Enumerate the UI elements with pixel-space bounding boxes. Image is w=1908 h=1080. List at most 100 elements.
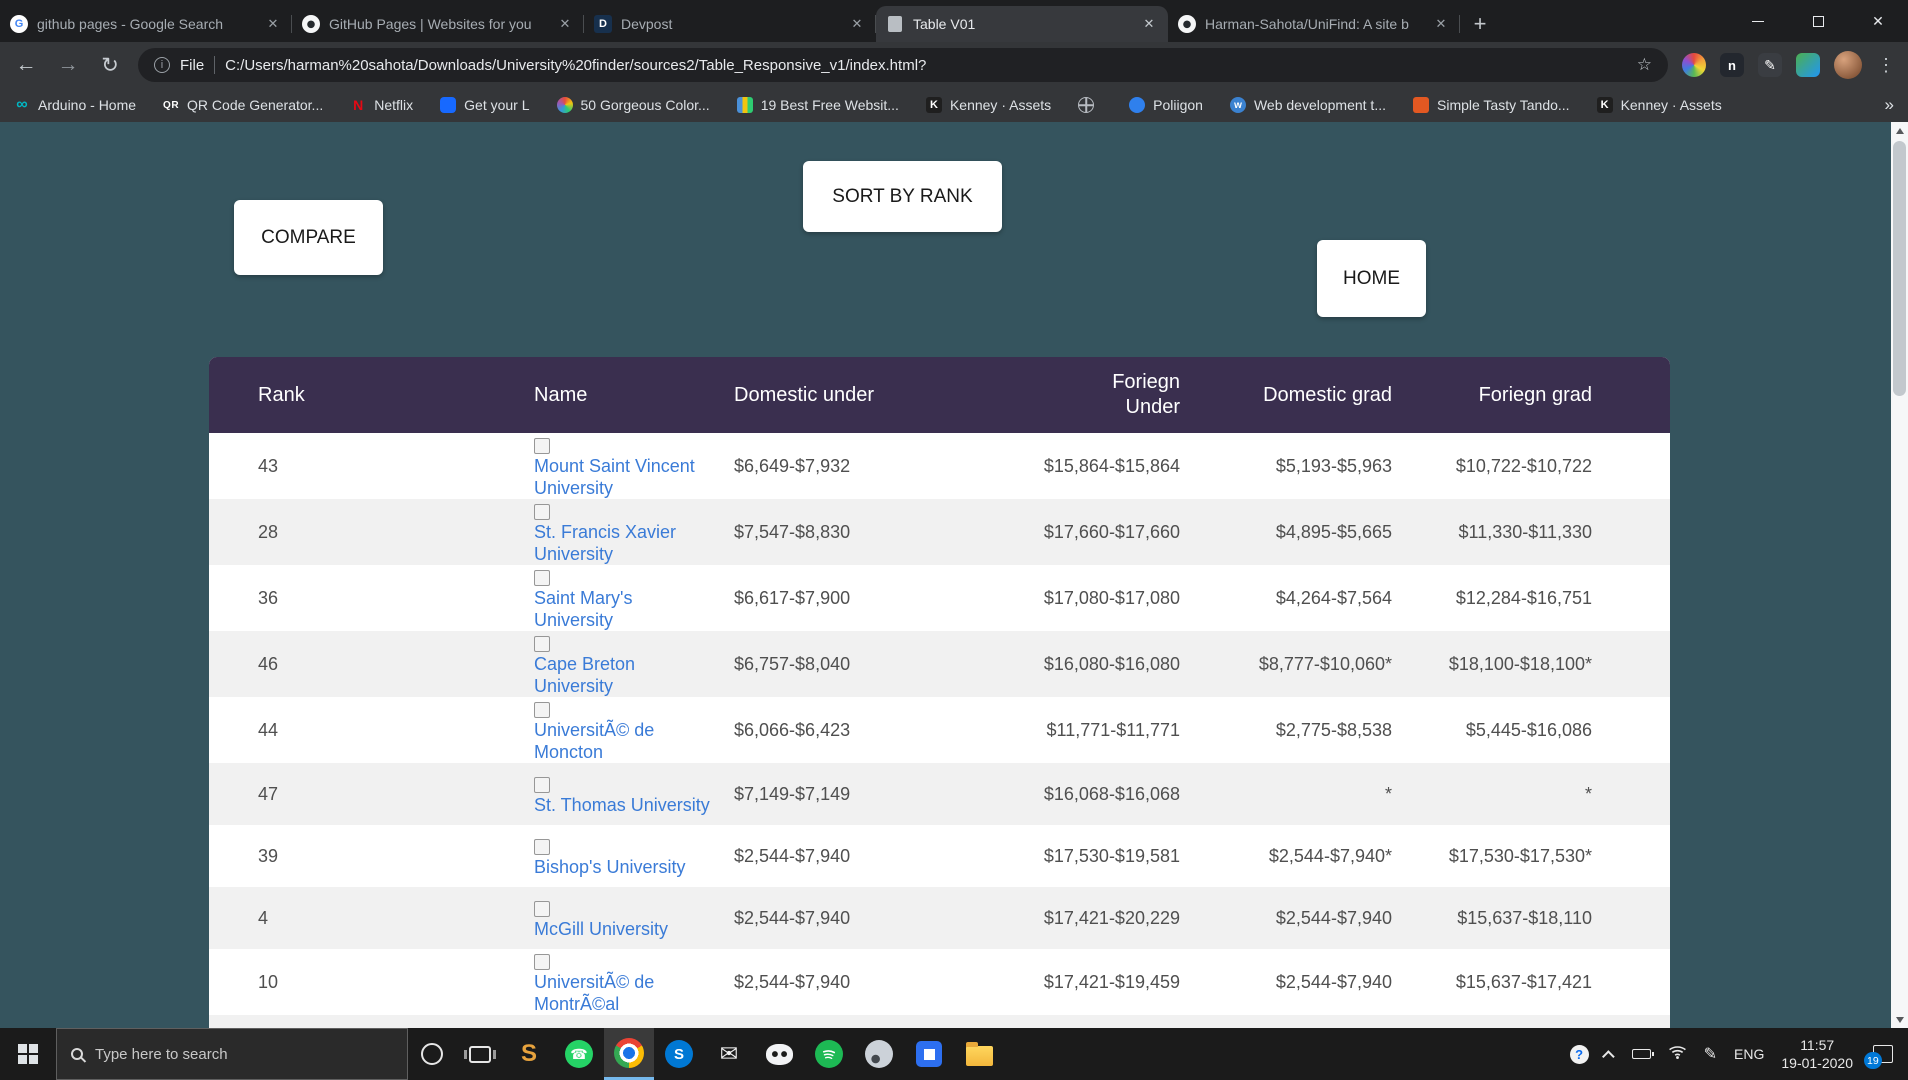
rank-cell: 28 bbox=[209, 499, 534, 565]
taskbar-clock[interactable]: 11:57 19-01-2020 bbox=[1781, 1036, 1853, 1072]
window-controls: ✕ bbox=[1728, 0, 1908, 42]
header-domestic-grad: Domestic grad bbox=[1190, 357, 1402, 433]
compare-checkbox[interactable] bbox=[534, 636, 550, 652]
extension-icon-image[interactable] bbox=[1796, 53, 1820, 77]
university-link[interactable]: UniversitÃ© de MontrÃ©al bbox=[534, 971, 716, 1015]
compare-checkbox[interactable] bbox=[534, 954, 550, 970]
university-link[interactable]: Cape Breton University bbox=[534, 653, 716, 697]
bookmark-web-development[interactable]: wWeb development t... bbox=[1230, 97, 1386, 113]
tab-devpost[interactable]: D Devpost ✕ bbox=[584, 6, 876, 42]
compare-checkbox[interactable] bbox=[534, 777, 550, 793]
window-minimize-button[interactable] bbox=[1728, 0, 1788, 42]
wifi-icon[interactable] bbox=[1668, 1044, 1687, 1065]
university-link[interactable]: McGill University bbox=[534, 918, 668, 940]
bookmarks-overflow-chevron[interactable]: » bbox=[1885, 95, 1894, 115]
battery-icon[interactable] bbox=[1632, 1049, 1651, 1059]
bookmark-gorgeous-colors[interactable]: 50 Gorgeous Color... bbox=[557, 97, 710, 113]
tab-close-icon[interactable]: ✕ bbox=[1140, 15, 1158, 33]
taskbar-app-sublime[interactable]: S bbox=[504, 1028, 554, 1080]
taskbar-app-mail[interactable]: ✉ bbox=[704, 1028, 754, 1080]
taskbar-app-chrome[interactable] bbox=[604, 1028, 654, 1080]
bookmark-poliigon[interactable]: Poliigon bbox=[1129, 97, 1203, 113]
university-link[interactable]: St. Francis Xavier University bbox=[534, 521, 716, 565]
compare-checkbox[interactable] bbox=[534, 570, 550, 586]
compare-button[interactable]: COMPARE bbox=[234, 200, 383, 275]
browser-menu-icon[interactable]: ⋮ bbox=[1876, 55, 1896, 76]
bookmark-kenney-assets[interactable]: KKenney · Assets bbox=[926, 97, 1051, 113]
profile-avatar[interactable] bbox=[1834, 51, 1862, 79]
scroll-up-arrow[interactable] bbox=[1891, 122, 1908, 139]
taskbar-app-explorer[interactable] bbox=[954, 1028, 1004, 1080]
university-link[interactable]: Mount Saint Vincent University bbox=[534, 455, 716, 499]
language-indicator[interactable]: ENG bbox=[1734, 1046, 1764, 1062]
taskbar-app-skype[interactable]: S bbox=[654, 1028, 704, 1080]
compare-checkbox[interactable] bbox=[534, 839, 550, 855]
tab-table-v01-active[interactable]: Table V01 ✕ bbox=[876, 6, 1168, 42]
window-close-button[interactable]: ✕ bbox=[1848, 0, 1908, 42]
new-tab-button[interactable]: + bbox=[1460, 6, 1500, 42]
bookmark-arduino[interactable]: ∞Arduino - Home bbox=[14, 97, 136, 113]
tab-close-icon[interactable]: ✕ bbox=[264, 15, 282, 33]
tab-close-icon[interactable]: ✕ bbox=[556, 15, 574, 33]
compare-checkbox[interactable] bbox=[534, 438, 550, 454]
back-button[interactable]: ← bbox=[12, 53, 40, 77]
taskbar-app-whatsapp[interactable]: ☎ bbox=[554, 1028, 604, 1080]
taskbar-app-steam[interactable] bbox=[854, 1028, 904, 1080]
action-center-button[interactable]: 19 bbox=[1870, 1041, 1896, 1067]
bookmark-kenney-assets-2[interactable]: KKenney · Assets bbox=[1597, 97, 1722, 113]
cortana-button[interactable] bbox=[408, 1028, 456, 1080]
foriegn-under-cell: $17,660-$17,660 bbox=[960, 499, 1190, 565]
start-button[interactable] bbox=[0, 1028, 56, 1080]
tray-chevron-icon[interactable] bbox=[1602, 1050, 1615, 1063]
scroll-down-arrow[interactable] bbox=[1891, 1011, 1908, 1028]
university-link[interactable]: Bishop's University bbox=[534, 856, 686, 878]
tab-close-icon[interactable]: ✕ bbox=[848, 15, 866, 33]
page-info-icon[interactable]: i bbox=[154, 57, 170, 73]
bookmark-netflix[interactable]: NNetflix bbox=[350, 97, 413, 113]
university-link[interactable]: UniversitÃ© de Moncton bbox=[534, 719, 716, 763]
extension-icon-colorwheel[interactable] bbox=[1682, 53, 1706, 77]
table-row: 39Bishop's University$2,544-$7,940$17,53… bbox=[209, 825, 1670, 887]
tab-unifind-repo[interactable]: Harman-Sahota/UniFind: A site b ✕ bbox=[1168, 6, 1460, 42]
taskbar-app-blue[interactable] bbox=[904, 1028, 954, 1080]
windows-ink-pen-icon[interactable]: ✎ bbox=[1704, 1044, 1717, 1064]
bookmark-get-your-l[interactable]: Get your L bbox=[440, 97, 529, 113]
webdev-icon: w bbox=[1230, 97, 1246, 113]
compare-checkbox[interactable] bbox=[534, 504, 550, 520]
rank-cell bbox=[209, 1015, 534, 1028]
table-row: 46Cape Breton University$6,757-$8,040$16… bbox=[209, 631, 1670, 697]
foriegn-under-cell: $16,080-$16,080 bbox=[960, 631, 1190, 697]
sort-by-rank-button[interactable]: SORT BY RANK bbox=[803, 161, 1002, 232]
university-link[interactable]: Saint Mary's University bbox=[534, 587, 716, 631]
taskbar-app-spotify[interactable] bbox=[804, 1028, 854, 1080]
tab-github-pages[interactable]: GitHub Pages | Websites for you ✕ bbox=[292, 6, 584, 42]
name-cell: Bishop's University bbox=[534, 825, 734, 887]
taskbar-app-discord[interactable] bbox=[754, 1028, 804, 1080]
compare-checkbox[interactable] bbox=[534, 702, 550, 718]
extension-icon-pen[interactable]: ✎ bbox=[1758, 53, 1782, 77]
table-row: 28St. Francis Xavier University$7,547-$8… bbox=[209, 499, 1670, 565]
task-view-button[interactable] bbox=[456, 1028, 504, 1080]
taskbar-search-box[interactable]: Type here to search bbox=[56, 1028, 408, 1080]
rank-cell: 44 bbox=[209, 697, 534, 763]
scrollbar-thumb[interactable] bbox=[1893, 141, 1906, 396]
home-button[interactable]: HOME bbox=[1317, 240, 1426, 317]
reload-button[interactable]: ↻ bbox=[96, 53, 124, 78]
university-link[interactable]: St. Thomas University bbox=[534, 794, 710, 816]
bookmark-tasty-tandoori[interactable]: Simple Tasty Tando... bbox=[1413, 97, 1570, 113]
tab-google-search[interactable]: G github pages - Google Search ✕ bbox=[0, 6, 292, 42]
poliigon-icon bbox=[1129, 97, 1145, 113]
foriegn-grad-cell: $12,284-$16,751 bbox=[1402, 565, 1670, 631]
page-scrollbar[interactable] bbox=[1891, 122, 1908, 1028]
bookmark-globe[interactable] bbox=[1078, 97, 1102, 113]
extension-icon-n[interactable]: n bbox=[1720, 53, 1744, 77]
tab-close-icon[interactable]: ✕ bbox=[1432, 15, 1450, 33]
window-maximize-button[interactable] bbox=[1788, 0, 1848, 42]
bookmark-qr-generator[interactable]: QRQR Code Generator... bbox=[163, 97, 323, 113]
bookmark-star-icon[interactable]: ☆ bbox=[1637, 55, 1652, 75]
help-icon[interactable]: ? bbox=[1570, 1045, 1589, 1064]
forward-button[interactable]: → bbox=[54, 53, 82, 77]
address-bar[interactable]: i File C:/Users/harman%20sahota/Download… bbox=[138, 48, 1668, 82]
bookmark-best-free-websites[interactable]: 19 Best Free Websit... bbox=[737, 97, 899, 113]
compare-checkbox[interactable] bbox=[534, 901, 550, 917]
